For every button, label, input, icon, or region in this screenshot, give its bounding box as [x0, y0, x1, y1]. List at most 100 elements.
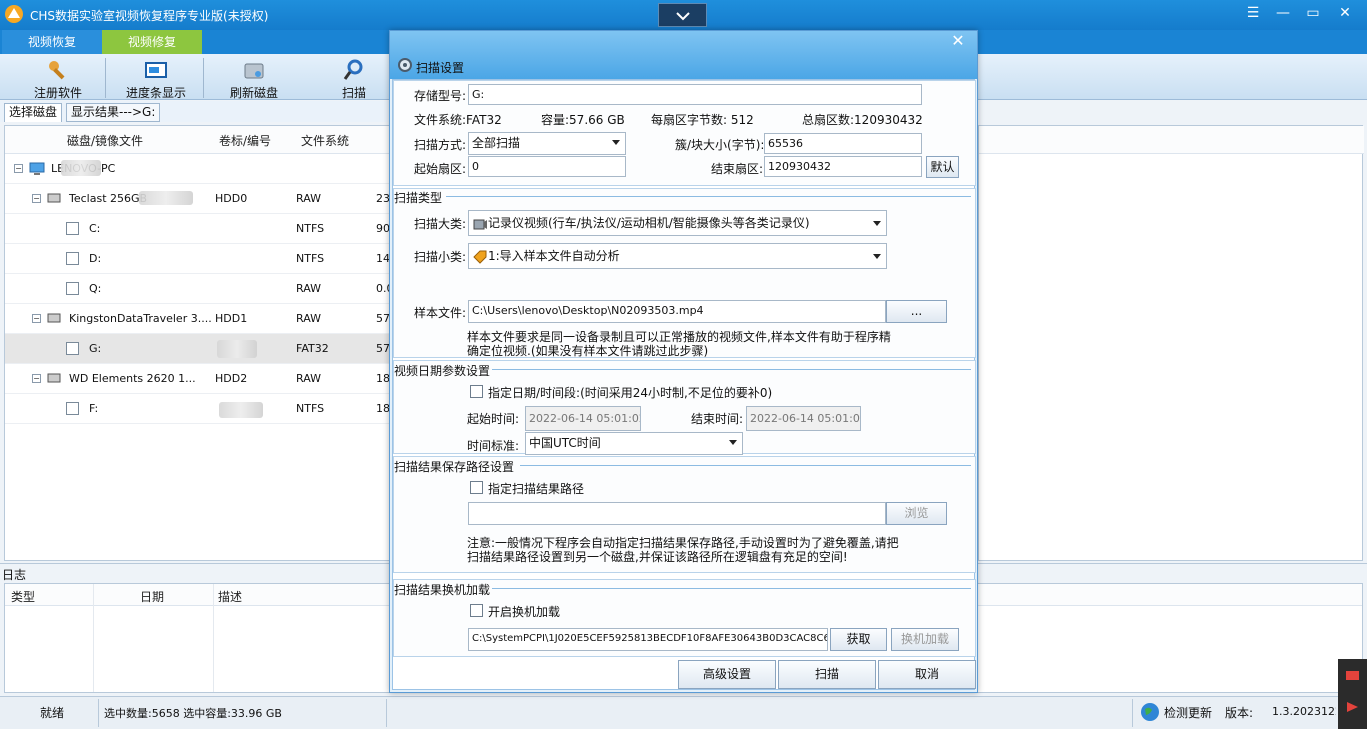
end-time-field[interactable]: 2022-06-14 05:01:02	[746, 406, 861, 431]
table-row[interactable]: D: NTFS 14	[5, 244, 391, 274]
check-update-link[interactable]: 检测更新	[1164, 704, 1212, 721]
side-flag-button[interactable]	[1338, 693, 1367, 729]
sample-file-field[interactable]: C:\Users\lenovo\Desktop\N02093503.mp4	[468, 300, 886, 323]
scan-button[interactable]: 扫描	[778, 660, 876, 689]
progress-display-button[interactable]: 进度条显示	[106, 56, 206, 100]
table-row[interactable]: Q: RAW 0.0	[5, 274, 394, 304]
col-date: 日期	[140, 590, 165, 604]
start-time-label: 起始时间:	[467, 412, 520, 426]
magnifier-icon	[343, 59, 363, 80]
disk-fs: NTFS	[296, 252, 325, 265]
load-checkbox[interactable]	[470, 604, 483, 617]
capacity-text: 容量:57.66 GB	[541, 113, 625, 127]
close-button[interactable]: ✕	[1330, 0, 1360, 28]
title-bar: CHS数据实验室视频恢复程序专业版(未授权) ☰ — ▭ ✕	[0, 0, 1367, 30]
date-section: 视频日期参数设置 指定日期/时间段:(时间采用24小时制,不足位的要补0) 起始…	[393, 360, 976, 455]
path-browse-button[interactable]: 浏览	[886, 502, 947, 525]
start-time-field[interactable]: 2022-06-14 05:01:02	[525, 406, 641, 431]
gear-icon	[398, 58, 412, 72]
row-checkbox[interactable]	[66, 282, 79, 295]
load-check-label: 开启换机加载	[488, 605, 561, 619]
redacted-blur	[139, 191, 193, 205]
start-sector-label: 起始扇区:	[414, 162, 467, 176]
drive-icon	[47, 313, 61, 323]
minimize-button[interactable]: —	[1268, 0, 1298, 28]
progress-display-label: 进度条显示	[125, 86, 186, 100]
disk-size: 57	[376, 342, 390, 355]
disk-fs: NTFS	[296, 402, 325, 415]
scan-mode-value: 全部扫描	[472, 136, 521, 150]
table-row[interactable]: − Teclast 256GB HDD0 RAW 23	[5, 184, 391, 214]
cluster-field[interactable]: 65536	[764, 133, 922, 154]
major-select[interactable]: 记录仪视频(行车/执法仪/运动相机/智能摄像头等各类记录仪)	[468, 210, 887, 236]
sample-browse-button[interactable]: ...	[886, 300, 947, 323]
date-checkbox[interactable]	[470, 385, 483, 398]
table-row[interactable]: C: NTFS 90	[5, 214, 391, 244]
get-button[interactable]: 获取	[830, 628, 887, 651]
advanced-settings-button[interactable]: 高级设置	[678, 660, 776, 689]
start-sector-field[interactable]: 0	[468, 156, 626, 177]
tz-label: 时间标准:	[467, 439, 520, 453]
path-note-1: 注意:一般情况下程序会自动指定扫描结果保存路径,手动设置时为了避免覆盖,请把	[467, 536, 899, 550]
collapse-icon[interactable]: −	[32, 314, 41, 323]
refresh-disk-button[interactable]: 刷新磁盘	[204, 56, 304, 100]
disk-name: G:	[89, 342, 102, 355]
refresh-disk-label: 刷新磁盘	[229, 86, 278, 100]
row-checkbox[interactable]	[66, 252, 79, 265]
tab-select-disk[interactable]: 选择磁盘	[4, 103, 63, 122]
scan-mode-select[interactable]: 全部扫描	[468, 132, 626, 155]
minor-select[interactable]: 1:导入样本文件自动分析	[468, 243, 887, 269]
path-field[interactable]	[468, 502, 886, 525]
collapse-icon[interactable]: −	[14, 164, 23, 173]
scan-type-title: 扫描类型	[394, 189, 446, 206]
tab-show-results[interactable]: 显示结果--->G:	[66, 103, 161, 122]
tab-video-recovery[interactable]: 视频恢复	[2, 30, 102, 54]
load-path-field[interactable]: C:\SystemPCPI\1J020E5CEF5925813BECDF10F8…	[468, 628, 828, 651]
disk-size: 18	[376, 372, 390, 385]
tz-select[interactable]: 中国UTC时间	[525, 432, 743, 455]
storage-field[interactable]: G:	[468, 84, 922, 105]
disk-name: C:	[89, 222, 101, 235]
table-row-selected[interactable]: G: FAT32 57	[5, 334, 391, 364]
load-title: 扫描结果换机加载	[394, 581, 494, 598]
dialog-close-button[interactable]: ✕	[942, 31, 974, 51]
sample-label: 样本文件:	[414, 306, 467, 320]
disk-fs: NTFS	[296, 222, 325, 235]
load-button[interactable]: 换机加载	[891, 628, 959, 651]
app-title: CHS数据实验室视频恢复程序专业版(未授权)	[30, 9, 269, 23]
sample-note-2: 确定位视频.(如果没有样本文件请跳过此步骤)	[467, 344, 709, 358]
col-label: 卷标/编号	[219, 134, 272, 148]
register-label: 注册软件	[33, 86, 82, 100]
status-selection: 选中数量:5658 选中容量:33.96 GB	[104, 707, 282, 720]
row-checkbox[interactable]	[66, 402, 79, 415]
row-checkbox[interactable]	[66, 222, 79, 235]
flag-icon	[1347, 702, 1358, 712]
disk-name: KingstonDataTraveler 3....	[69, 312, 212, 325]
disk-name: F:	[89, 402, 99, 415]
cancel-button[interactable]: 取消	[878, 660, 976, 689]
date-check-label: 指定日期/时间段:(时间采用24小时制,不足位的要补0)	[488, 386, 773, 400]
drive-icon	[47, 373, 61, 383]
dialog-title-bar: 扫描设置 ✕	[390, 31, 977, 79]
register-button[interactable]: 注册软件	[8, 56, 108, 100]
dropdown-toggle[interactable]	[658, 3, 707, 27]
menu-button[interactable]: ☰	[1238, 0, 1268, 28]
restore-button[interactable]: ▭	[1298, 0, 1328, 28]
end-sector-field[interactable]: 120930432	[764, 156, 922, 177]
collapse-icon[interactable]: −	[32, 194, 41, 203]
tab-video-repair[interactable]: 视频修复	[102, 30, 202, 54]
redacted-blur	[219, 402, 263, 418]
table-row[interactable]: − KingstonDataTraveler 3.... HDD1 RAW 57	[5, 304, 391, 334]
tag-icon	[473, 250, 487, 264]
row-checkbox[interactable]	[66, 342, 79, 355]
table-row[interactable]: F: NTFS 18	[5, 394, 391, 424]
table-row[interactable]: − WD Elements 2620 1... HDD2 RAW 18	[5, 364, 391, 394]
collapse-icon[interactable]: −	[32, 374, 41, 383]
status-separator	[1132, 699, 1133, 727]
table-row[interactable]: − LENOVO-PC	[5, 154, 391, 184]
disk-size: 14	[376, 252, 390, 265]
default-button[interactable]: 默认	[926, 156, 959, 178]
path-check-label: 指定扫描结果路径	[488, 482, 585, 496]
side-folder-button[interactable]	[1338, 659, 1367, 693]
path-checkbox[interactable]	[470, 481, 483, 494]
